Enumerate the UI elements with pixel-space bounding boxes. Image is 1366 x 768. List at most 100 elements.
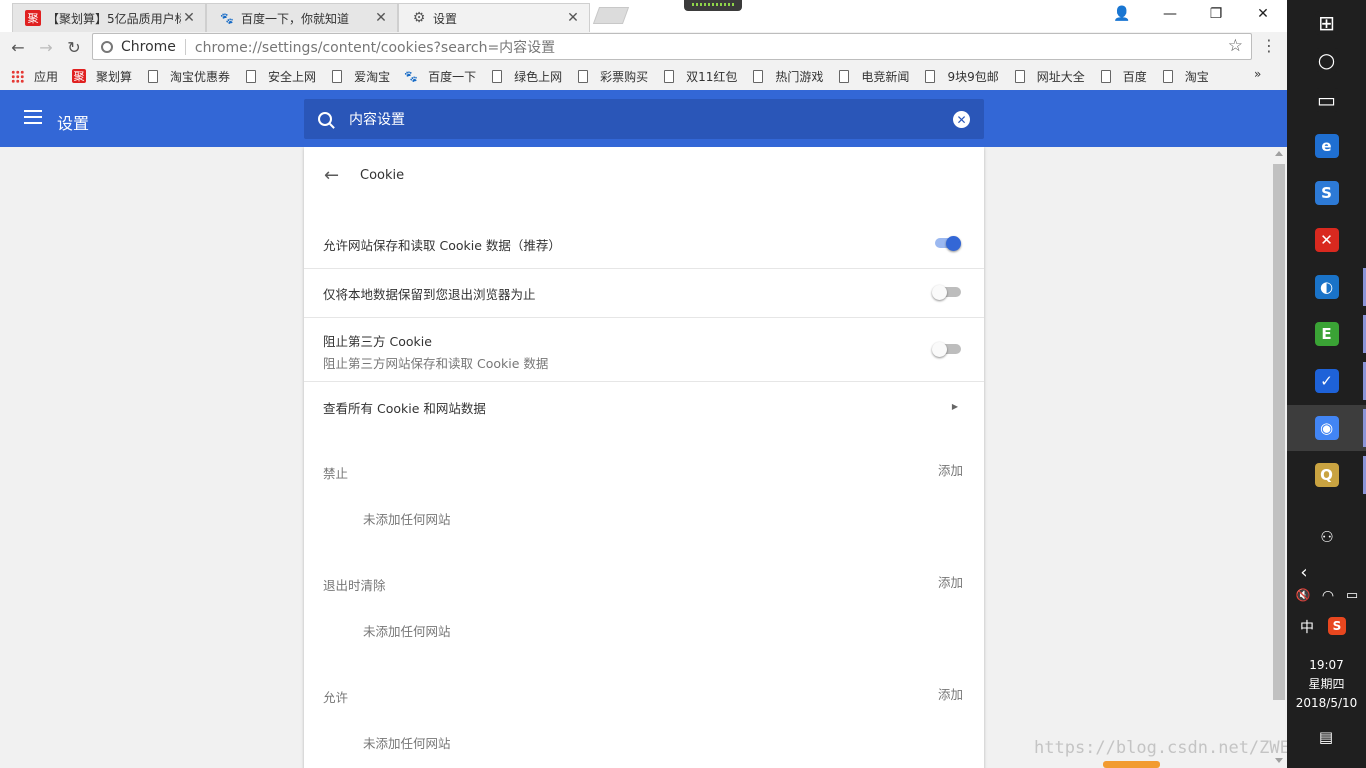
block-third-party-toggle[interactable] <box>932 342 961 357</box>
tab-close-icon[interactable]: ✕ <box>565 10 581 26</box>
back-arrow-icon[interactable]: ← <box>324 165 340 186</box>
media-indicator <box>684 0 742 11</box>
subpage-header: ← Cookie <box>304 147 984 203</box>
add-block-button[interactable]: 添加 <box>938 460 963 479</box>
tab-juhuasuan[interactable]: 聚 【聚划算】5亿品质用户标 ✕ <box>12 3 206 32</box>
people-icon[interactable]: ⚇ <box>1317 528 1337 546</box>
tray-chevron-icon[interactable]: ‹ <box>1296 562 1312 583</box>
settings-search-box[interactable]: ✕ <box>304 99 984 139</box>
allow-cookies-row[interactable]: 允许网站保存和读取 Cookie 数据（推荐） <box>304 219 984 268</box>
minimize-button[interactable]: — <box>1147 0 1193 28</box>
new-tab-button[interactable] <box>592 7 630 24</box>
bookmark-item[interactable]: 🐾 百度一下 <box>404 68 476 85</box>
page-icon <box>751 69 765 83</box>
view-all-cookies-row[interactable]: 查看所有 Cookie 和网站数据 ▶ <box>304 381 984 430</box>
reload-button[interactable]: ↻ <box>63 36 85 58</box>
taskbar-item[interactable]: E <box>1287 311 1366 357</box>
bookmark-label: 聚划算 <box>96 69 133 84</box>
taskbar-item[interactable]: S <box>1287 170 1366 216</box>
bookmark-item[interactable]: 双11红包 <box>662 68 737 85</box>
bookmark-item[interactable]: 绿色上网 <box>490 68 562 85</box>
bookmark-item[interactable]: 爱淘宝 <box>330 68 390 85</box>
block-third-party-row[interactable]: 阻止第三方 Cookie 阻止第三方网站保存和读取 Cookie 数据 <box>304 317 984 381</box>
empty-list-text: 未添加任何网站 <box>363 512 451 527</box>
wifi-icon[interactable]: ◠ <box>1318 588 1338 604</box>
bookmark-item[interactable]: 应用 <box>10 68 58 85</box>
bookmark-item[interactable]: 彩票购买 <box>576 68 648 85</box>
bookmark-item[interactable]: 热门游戏 <box>751 68 823 85</box>
ime-mode-icon[interactable]: 中 <box>1297 617 1317 637</box>
page-icon <box>146 69 160 83</box>
chrome-menu-icon[interactable]: ⋮ <box>1261 36 1277 55</box>
volume-muted-icon[interactable]: 🔇 <box>1293 588 1313 602</box>
subpage-title: Cookie <box>360 167 405 183</box>
tab-baidu[interactable]: 🐾 百度一下，你就知道 ✕ <box>206 3 398 32</box>
allow-cookies-toggle[interactable] <box>932 236 961 251</box>
hamburger-menu-icon[interactable] <box>24 110 42 124</box>
battery-icon[interactable]: ▭ <box>1342 588 1362 603</box>
tab-close-icon[interactable]: ✕ <box>373 10 389 26</box>
sogou-browser-icon: S <box>1314 181 1339 205</box>
close-button[interactable]: ✕ <box>1240 0 1286 28</box>
bookmark-item[interactable]: 网址大全 <box>1013 68 1085 85</box>
back-button[interactable]: ← <box>7 36 29 58</box>
bookmark-item[interactable]: 电竞新闻 <box>837 68 909 85</box>
page-icon <box>1161 69 1175 83</box>
bookmark-item[interactable]: 百度 <box>1099 68 1147 85</box>
bookmark-label: 电竞新闻 <box>861 69 910 84</box>
url-text[interactable]: chrome://settings/content/cookies?search… <box>195 37 555 57</box>
row-label: 仅将本地数据保留到您退出浏览器为止 <box>323 287 536 302</box>
section-title: 退出时清除 <box>323 578 386 593</box>
taskbar-item[interactable]: Q <box>1287 452 1366 498</box>
bookmark-item[interactable]: 安全上网 <box>244 68 316 85</box>
account-icon[interactable]: 👤 <box>1099 0 1145 28</box>
taskbar-item[interactable]: ◐ <box>1287 264 1366 310</box>
tab-title: 设置 <box>433 11 458 26</box>
bookmark-star-icon[interactable]: ☆ <box>1228 36 1243 56</box>
bookmarks-overflow-icon[interactable]: » <box>1254 67 1261 81</box>
scroll-down-arrow-icon[interactable] <box>1275 758 1283 763</box>
taskbar-item[interactable]: ◉ <box>1287 405 1366 451</box>
tab-settings[interactable]: ⚙ 设置 ✕ <box>398 3 590 32</box>
task-view-icon: ▭ <box>1314 88 1339 112</box>
page-icon <box>244 69 258 83</box>
browser-window: 聚 【聚划算】5亿品质用户标 ✕ 🐾 百度一下，你就知道 ✕ ⚙ 设置 ✕ 👤 … <box>0 0 1362 768</box>
taskbar-clock[interactable]: 19:07 星期四 2018/5/10 <box>1287 656 1366 713</box>
search-icon <box>318 112 332 126</box>
baidu-paw-icon: 🐾 <box>404 69 418 83</box>
settings-search-input[interactable] <box>349 111 909 127</box>
taskbar-item[interactable]: e <box>1287 123 1366 169</box>
tab-close-icon[interactable]: ✕ <box>181 10 197 26</box>
row-label: 阻止第三方 Cookie <box>323 334 432 349</box>
forward-button[interactable]: → <box>35 36 57 58</box>
taskbar-item[interactable]: ✓ <box>1287 358 1366 404</box>
clock-date: 2018/5/10 <box>1295 696 1358 710</box>
bookmark-label: 热门游戏 <box>775 69 824 84</box>
ie-icon: e <box>1314 134 1339 158</box>
bookmark-item[interactable]: 淘宝 <box>1161 68 1209 85</box>
add-allow-button[interactable]: 添加 <box>938 684 963 703</box>
address-bar[interactable]: Chrome chrome://settings/content/cookies… <box>92 33 1252 60</box>
clear-on-exit-toggle[interactable] <box>932 285 961 300</box>
row-label: 查看所有 Cookie 和网站数据 <box>323 401 486 416</box>
bookmark-item[interactable]: 聚聚划算 <box>72 68 132 85</box>
download-indicator <box>1103 761 1160 768</box>
clear-search-icon[interactable]: ✕ <box>953 111 970 128</box>
add-clear-on-exit-button[interactable]: 添加 <box>938 572 963 591</box>
taskbar-item[interactable]: ▭ <box>1287 77 1366 123</box>
bookmark-label: 百度 <box>1122 69 1147 84</box>
restore-button[interactable]: ❐ <box>1193 0 1239 28</box>
bookmark-label: 双11红包 <box>686 69 738 84</box>
clear-on-exit-row[interactable]: 仅将本地数据保留到您退出浏览器为止 <box>304 268 984 317</box>
sogou-ime-icon[interactable]: S <box>1328 617 1346 635</box>
scroll-up-arrow-icon[interactable] <box>1275 151 1283 156</box>
tab-strip: 聚 【聚划算】5亿品质用户标 ✕ 🐾 百度一下，你就知道 ✕ ⚙ 设置 ✕ 👤 … <box>0 0 1287 32</box>
bookmark-item[interactable]: 9块9包邮 <box>923 68 999 85</box>
bookmark-label: 爱淘宝 <box>354 69 391 84</box>
bookmark-item[interactable]: 淘宝优惠券 <box>146 68 230 85</box>
scroll-thumb[interactable] <box>1273 164 1285 700</box>
page-scrollbar[interactable] <box>1271 147 1287 768</box>
notification-center-icon[interactable]: ▤ <box>1316 728 1336 746</box>
windows-taskbar: ⊞ ○ ▭ e S ✕ ◐ E ✓ ◉ Q ⚇ ‹ 🔇 ◠ ▭ 中 S 19:07 星期四 2018… <box>1287 0 1366 768</box>
taskbar-item[interactable]: ✕ <box>1287 217 1366 263</box>
